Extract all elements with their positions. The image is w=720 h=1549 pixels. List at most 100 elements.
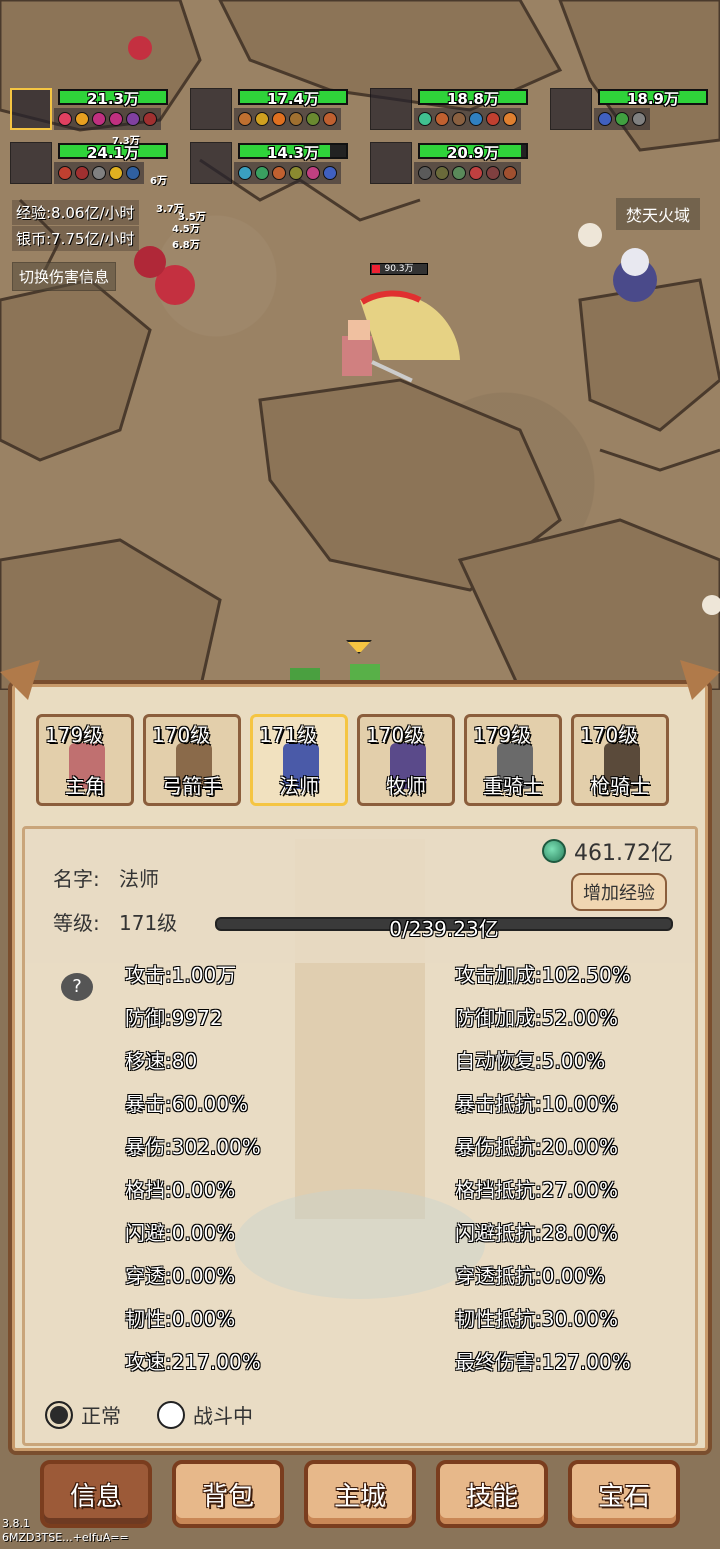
- hero-portrait: [10, 142, 52, 184]
- hero-level: 170级: [366, 723, 425, 747]
- stat-defense: 防御:9972: [125, 1006, 223, 1030]
- normal-status-label: 正常: [81, 1404, 121, 1428]
- hero-name: 重骑士: [483, 774, 543, 798]
- hero-tab-mage[interactable]: 171级 法师: [250, 714, 348, 806]
- hero-tab-priest[interactable]: 170级 牧师: [357, 714, 455, 806]
- level-label: 等级:: [53, 911, 100, 935]
- stat-block: 格挡:0.00%: [125, 1178, 236, 1202]
- party-card-1[interactable]: 21.3万: [10, 88, 175, 132]
- battle-field: 21.3万 17.4万 18.8万 18.9万 24.1万 14.3万 20.9…: [0, 0, 720, 690]
- party-card-3[interactable]: 18.8万: [370, 88, 535, 132]
- stat-attack: 攻击:1.00万: [125, 963, 237, 987]
- hero-tab-archer[interactable]: 170级 弓箭手: [143, 714, 241, 806]
- hero-tab-protagonist[interactable]: 179级 主角: [36, 714, 134, 806]
- gem-balance: 461.72亿: [542, 835, 673, 867]
- stat-crit-damage: 暴伤:302.00%: [125, 1135, 261, 1159]
- stat-attack-speed: 攻速:217.00%: [125, 1350, 261, 1373]
- stat-crit-damage-resist: 暴伤抵抗:20.00%: [455, 1135, 618, 1159]
- stat-block-resist: 格挡抵抗:27.00%: [455, 1178, 618, 1202]
- hero-header: 461.72亿 名字: 法师 增加经验 等级: 171级 0/239.23亿: [25, 829, 695, 963]
- version-number: 3.8.1: [2, 1517, 30, 1530]
- stat-final-damage: 最终伤害:127.00%: [455, 1350, 631, 1373]
- hp-bar: 17.4万: [238, 89, 348, 108]
- stat-penetration-resist: 穿透抵抗:0.00%: [455, 1264, 606, 1288]
- hero-name: 枪骑士: [590, 774, 650, 798]
- stat-auto-recovery: 自动恢复:5.00%: [455, 1049, 606, 1073]
- silver-rate: 银币:7.75亿/小时: [12, 226, 139, 251]
- buff-icons: [234, 162, 341, 184]
- hero-level: 179级: [45, 723, 104, 747]
- stat-toughness-resist: 韧性抵抗:30.00%: [455, 1307, 618, 1331]
- buff-icons: [54, 162, 144, 184]
- hero-portrait: [190, 88, 232, 130]
- hero-level: 171级: [259, 723, 318, 747]
- hero-name: 主角: [65, 774, 105, 798]
- party-card-6[interactable]: 14.3万: [190, 142, 355, 186]
- version-info: 3.8.1 6MZD3TSE...+eIfuA==: [2, 1517, 129, 1545]
- exp-rate: 经验:8.06亿/小时: [12, 200, 139, 225]
- add-exp-button[interactable]: 增加经验: [571, 873, 667, 911]
- hero-portrait: [370, 88, 412, 130]
- hp-bar: 18.8万: [418, 89, 528, 108]
- bottom-nav: 信息 背包 主城 技能 宝石: [40, 1460, 680, 1528]
- stat-crit: 暴击:60.00%: [125, 1092, 248, 1116]
- hero-name: 弓箭手: [162, 774, 222, 798]
- device-id: 6MZD3TSE...+eIfuA==: [2, 1531, 129, 1544]
- stats-grid: ? 攻击:1.00万 防御:9972 移速:80 暴击:60.00% 暴伤:30…: [25, 963, 695, 1373]
- zone-name: 焚天火域: [615, 198, 700, 230]
- combat-status-icon: [157, 1400, 185, 1429]
- hp-bar: 20.9万: [418, 143, 528, 162]
- hp-bar: 18.9万: [598, 89, 708, 108]
- exp-bar: 0/239.23亿: [215, 917, 673, 941]
- combat-status-label: 战斗中: [193, 1404, 253, 1428]
- hp-bar: 21.3万: [58, 89, 168, 108]
- gem-amount: 461.72亿: [574, 841, 673, 866]
- buff-icons: [594, 108, 650, 130]
- hero-tab-lancer[interactable]: 170级 枪骑士: [571, 714, 669, 806]
- buff-icons: [54, 108, 161, 130]
- damage-number: 7.3万: [112, 136, 140, 147]
- hero-portrait: [550, 88, 592, 130]
- damage-number: 6万: [150, 176, 167, 187]
- normal-status-icon: [45, 1400, 73, 1429]
- toggle-damage-info-button[interactable]: 切换伤害信息: [12, 262, 117, 291]
- exp-text: 0/239.23亿: [389, 917, 499, 941]
- hero-tab-heavy-knight[interactable]: 179级 重骑士: [464, 714, 562, 806]
- buff-icons: [414, 162, 521, 184]
- enemy-hp-bar: 90.3万: [370, 263, 428, 275]
- hero-panel: 179级 主角 170级 弓箭手 171级 法师 170级 牧师 179级 重骑…: [0, 640, 720, 1549]
- name-value: 法师: [119, 867, 159, 891]
- hero-level: 170级: [580, 723, 639, 747]
- help-button[interactable]: ?: [61, 973, 93, 1001]
- stat-crit-resist: 暴击抵抗:10.00%: [455, 1092, 618, 1116]
- stat-toughness: 韧性:0.00%: [125, 1307, 236, 1331]
- stat-penetration: 穿透:0.00%: [125, 1264, 236, 1288]
- buff-icons: [234, 108, 341, 130]
- party-card-2[interactable]: 17.4万: [190, 88, 355, 132]
- party-card-4[interactable]: 18.9万: [550, 88, 715, 132]
- hero-tabs: 179级 主角 170级 弓箭手 171级 法师 170级 牧师 179级 重骑…: [36, 714, 669, 806]
- hero-portrait: [190, 142, 232, 184]
- nav-gems-button[interactable]: 宝石: [568, 1460, 680, 1528]
- level-value: 171级: [119, 911, 178, 935]
- nav-main-city-button[interactable]: 主城: [304, 1460, 416, 1528]
- stat-dodge-resist: 闪避抵抗:28.00%: [455, 1221, 618, 1245]
- damage-number: 3.5万: [178, 212, 206, 223]
- hero-level: 179级: [473, 723, 532, 747]
- nav-backpack-button[interactable]: 背包: [172, 1460, 284, 1528]
- stat-attack-bonus: 攻击加成:102.50%: [455, 963, 631, 987]
- status-legend: 正常 战斗中: [45, 1400, 253, 1429]
- nav-skills-button[interactable]: 技能: [436, 1460, 548, 1528]
- hero-name: 牧师: [386, 774, 426, 798]
- hero-info-panel: 461.72亿 名字: 法师 增加经验 等级: 171级 0/239.23亿 ?…: [22, 826, 698, 1446]
- hero-level: 170级: [152, 723, 211, 747]
- buff-icons: [414, 108, 521, 130]
- hero-name: 法师: [279, 774, 319, 798]
- stat-defense-bonus: 防御加成:52.00%: [455, 1006, 618, 1030]
- party-card-7[interactable]: 20.9万: [370, 142, 535, 186]
- hero-portrait: [10, 88, 52, 130]
- stat-move-speed: 移速:80: [125, 1049, 198, 1073]
- name-label: 名字:: [53, 867, 100, 891]
- hero-portrait: [370, 142, 412, 184]
- stat-dodge: 闪避:0.00%: [125, 1221, 236, 1245]
